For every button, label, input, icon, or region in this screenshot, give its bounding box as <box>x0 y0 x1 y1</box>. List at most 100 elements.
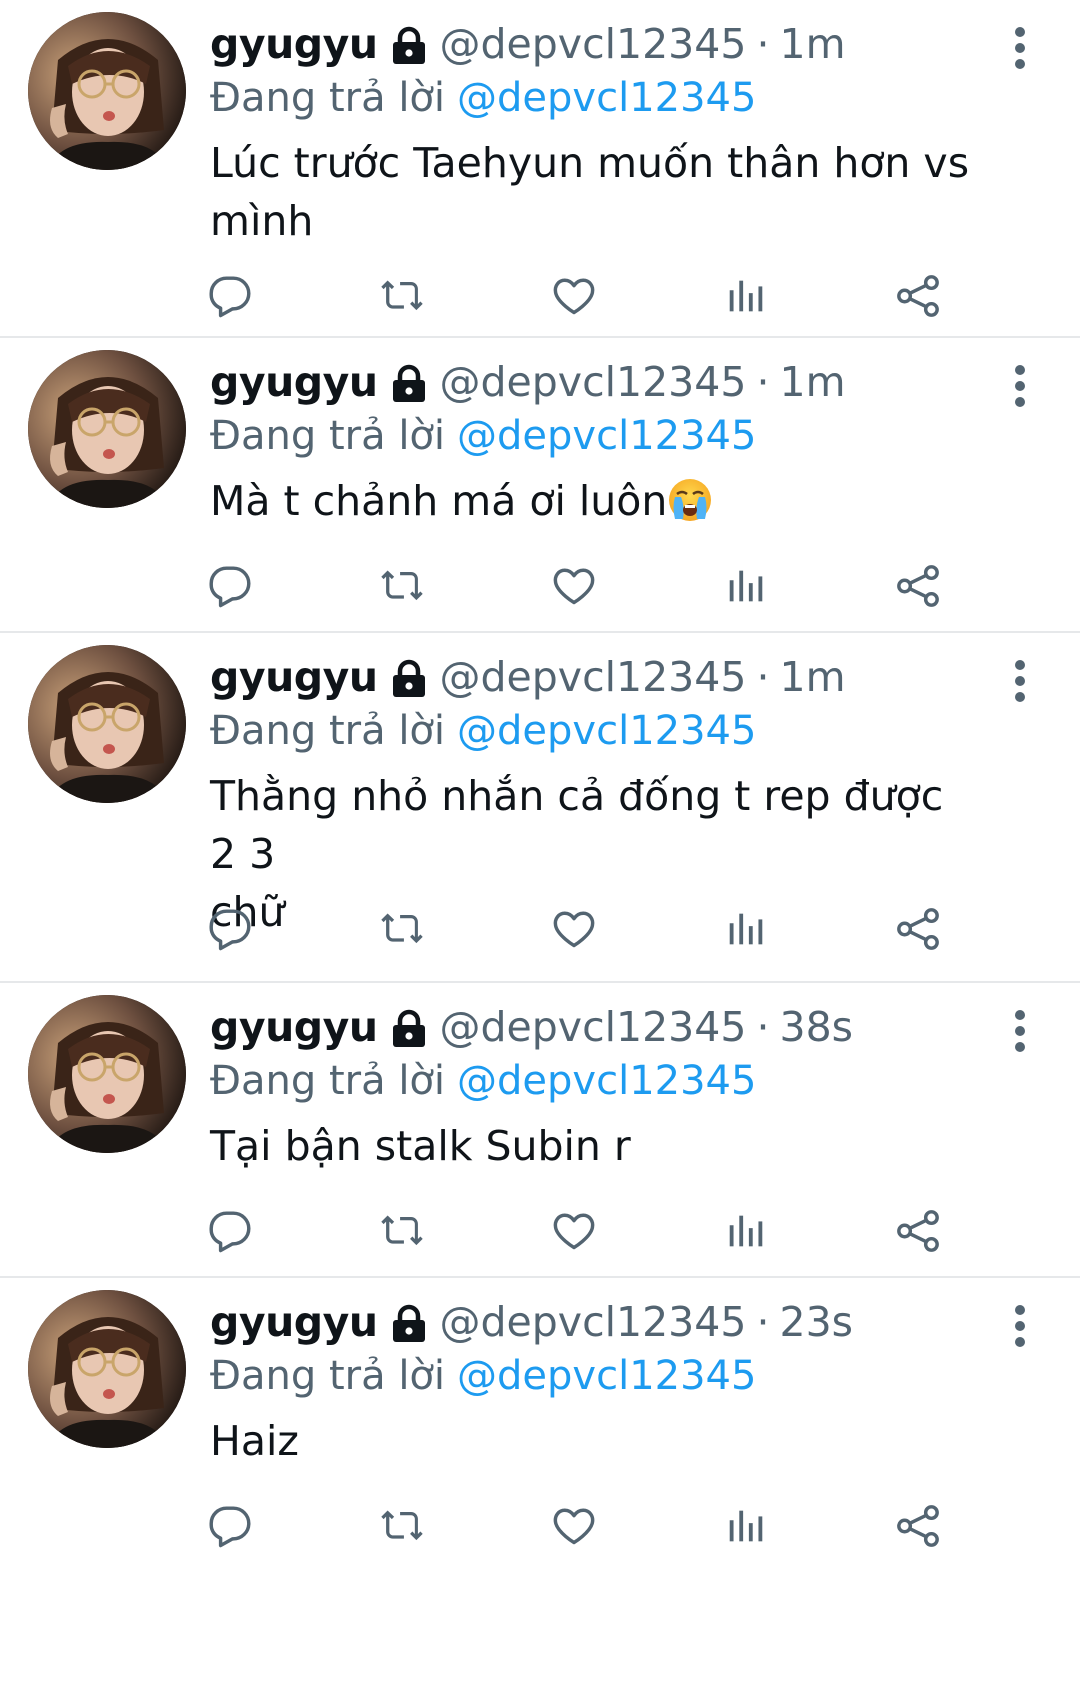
reply-button[interactable] <box>204 560 256 612</box>
share-button[interactable] <box>892 903 944 955</box>
tweet[interactable]: gyugyu @depvcl12345 · 1m Đang trả lời @depvcl… <box>0 338 1080 633</box>
reply-button[interactable] <box>204 270 256 322</box>
more-vertical-icon[interactable] <box>1012 659 1028 703</box>
views-button[interactable] <box>720 1205 772 1257</box>
reply-icon <box>207 563 253 609</box>
replying-to: Đang trả lời @depvcl12345 <box>210 1055 970 1107</box>
separator-dot: · <box>756 653 770 701</box>
heart-icon <box>551 1503 597 1549</box>
heart-icon <box>551 563 597 609</box>
reply-icon <box>207 906 253 952</box>
views-button[interactable] <box>720 560 772 612</box>
like-button[interactable] <box>548 270 600 322</box>
replying-to-handle[interactable]: @depvcl12345 <box>457 75 756 121</box>
user-handle[interactable]: @depvcl12345 <box>440 354 747 410</box>
retweet-icon <box>379 906 425 952</box>
tweet[interactable]: gyugyu @depvcl12345 · 38s Đang trả lời @depvc… <box>0 983 1080 1278</box>
tweet-header: gyugyu @depvcl12345 · 38s <box>210 999 970 1055</box>
replying-to-handle[interactable]: @depvcl12345 <box>457 413 756 459</box>
user-handle[interactable]: @depvcl12345 <box>440 1294 747 1350</box>
tweet-feed: gyugyu @depvcl12345 · 1m Đang trả lời @depvcl… <box>0 0 1080 1706</box>
share-button[interactable] <box>892 270 944 322</box>
tweet-text-block: Mà t chảnh má ơi luôn <box>210 472 970 530</box>
tweet-text: Lúc trước Taehyun muốn thân hơn vs mình <box>210 139 970 245</box>
lock-icon <box>390 362 428 402</box>
display-name[interactable]: gyugyu <box>210 1294 378 1350</box>
display-name[interactable]: gyugyu <box>210 354 378 410</box>
tweet[interactable]: gyugyu @depvcl12345 · 23s Đang trả lời @depvc… <box>0 1278 1080 1706</box>
more-vertical-icon[interactable] <box>1012 364 1028 408</box>
replying-to-handle[interactable]: @depvcl12345 <box>457 1058 756 1104</box>
lock-icon <box>390 657 428 697</box>
lock-icon <box>390 24 428 64</box>
share-button[interactable] <box>892 1500 944 1552</box>
display-name[interactable]: gyugyu <box>210 999 378 1055</box>
tweet-content: gyugyu @depvcl12345 · 1m Đang trả lời @depvcl… <box>210 649 970 941</box>
like-button[interactable] <box>548 1205 600 1257</box>
user-handle[interactable]: @depvcl12345 <box>440 649 747 705</box>
more-vertical-icon[interactable] <box>1012 26 1028 70</box>
avatar[interactable] <box>28 995 186 1153</box>
reply-button[interactable] <box>204 1500 256 1552</box>
replying-to-handle[interactable]: @depvcl12345 <box>457 708 756 754</box>
like-button[interactable] <box>548 1500 600 1552</box>
share-button[interactable] <box>892 560 944 612</box>
tweet-text-block: Lúc trước Taehyun muốn thân hơn vs mình <box>210 134 970 250</box>
heart-icon <box>551 1208 597 1254</box>
share-button[interactable] <box>892 1205 944 1257</box>
timestamp[interactable]: 1m <box>779 649 845 705</box>
more-vertical-icon[interactable] <box>1012 1304 1028 1348</box>
avatar[interactable] <box>28 645 186 803</box>
tweet-text-block: Haiz <box>210 1412 970 1470</box>
avatar[interactable] <box>28 12 186 170</box>
share-icon <box>895 273 941 319</box>
tweet-text: Tại bận stalk Subin r <box>210 1122 631 1170</box>
display-name[interactable]: gyugyu <box>210 16 378 72</box>
retweet-icon <box>379 1503 425 1549</box>
like-button[interactable] <box>548 903 600 955</box>
replying-to-label: Đang trả lời <box>210 413 446 459</box>
timestamp[interactable]: 1m <box>779 16 845 72</box>
views-button[interactable] <box>720 270 772 322</box>
reply-icon <box>207 273 253 319</box>
retweet-button[interactable] <box>376 270 428 322</box>
tweet-content: gyugyu @depvcl12345 · 1m Đang trả lời @depvcl… <box>210 16 970 250</box>
views-button[interactable] <box>720 903 772 955</box>
share-icon <box>895 906 941 952</box>
replying-to-label: Đang trả lời <box>210 708 446 754</box>
timestamp[interactable]: 23s <box>779 1294 853 1350</box>
retweet-button[interactable] <box>376 903 428 955</box>
replying-to-handle[interactable]: @depvcl12345 <box>457 1353 756 1399</box>
user-handle[interactable]: @depvcl12345 <box>440 999 747 1055</box>
heart-icon <box>551 906 597 952</box>
retweet-button[interactable] <box>376 560 428 612</box>
tweet-actions <box>209 270 1020 330</box>
views-button[interactable] <box>720 1500 772 1552</box>
reply-button[interactable] <box>204 1205 256 1257</box>
display-name[interactable]: gyugyu <box>210 649 378 705</box>
tweet[interactable]: gyugyu @depvcl12345 · 1m Đang trả lời @depvcl… <box>0 0 1080 338</box>
tweet-text: Haiz <box>210 1417 299 1465</box>
retweet-button[interactable] <box>376 1205 428 1257</box>
replying-to: Đang trả lời @depvcl12345 <box>210 1350 970 1402</box>
share-icon <box>895 563 941 609</box>
timestamp[interactable]: 1m <box>779 354 845 410</box>
avatar[interactable] <box>28 350 186 508</box>
retweet-icon <box>379 563 425 609</box>
tweet-actions <box>209 1500 1020 1560</box>
tweet[interactable]: gyugyu @depvcl12345 · 1m Đang trả lời @depvcl… <box>0 633 1080 983</box>
lock-icon <box>390 1007 428 1047</box>
more-vertical-icon[interactable] <box>1012 1009 1028 1053</box>
tweet-header: gyugyu @depvcl12345 · 1m <box>210 354 970 410</box>
reply-icon <box>207 1208 253 1254</box>
tweet-actions <box>209 903 1020 963</box>
tweet-content: gyugyu @depvcl12345 · 23s Đang trả lời @depvc… <box>210 1294 970 1470</box>
analytics-icon <box>723 273 769 319</box>
reply-button[interactable] <box>204 903 256 955</box>
retweet-button[interactable] <box>376 1500 428 1552</box>
user-handle[interactable]: @depvcl12345 <box>440 16 747 72</box>
like-button[interactable] <box>548 560 600 612</box>
avatar[interactable] <box>28 1290 186 1448</box>
tweet-header: gyugyu @depvcl12345 · 23s <box>210 1294 970 1350</box>
timestamp[interactable]: 38s <box>779 999 853 1055</box>
